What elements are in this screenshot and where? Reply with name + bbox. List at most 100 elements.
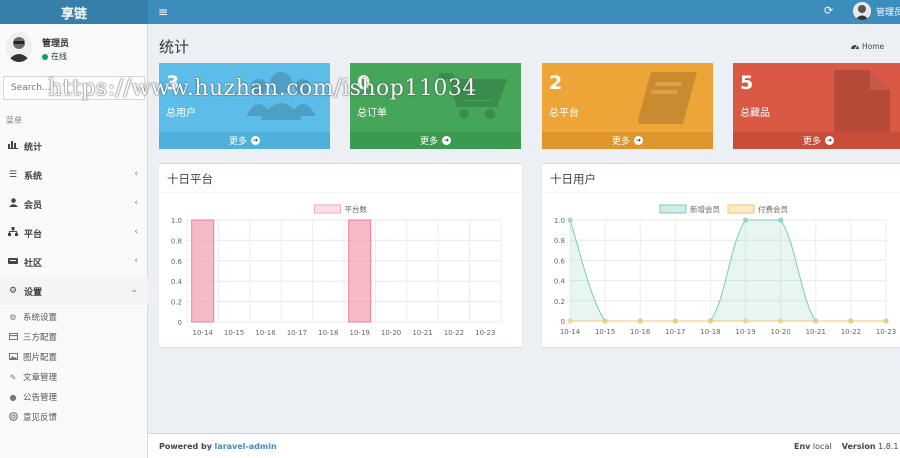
y-tick-label: 0.8 xyxy=(171,237,182,245)
submenu-item-feedback[interactable]: 意见反馈 xyxy=(0,407,148,427)
book-icon xyxy=(637,70,699,129)
bar xyxy=(191,219,215,323)
user-panel: 管理员 在线 xyxy=(0,24,148,70)
x-tick-label: 10-20 xyxy=(381,329,401,337)
x-tick-label: 10-14 xyxy=(193,329,214,337)
x-tick-label: 10-23 xyxy=(876,328,896,336)
circle-icon: ● xyxy=(9,392,17,402)
y-tick-label: 0.2 xyxy=(554,298,565,306)
x-tick-label: 10-16 xyxy=(630,328,651,336)
arrow-circle-right-icon: ➜ xyxy=(442,136,451,145)
laravel-admin-link[interactable]: laravel-admin xyxy=(215,442,277,451)
powered-by: Powered by laravel-admin xyxy=(159,442,277,451)
sidebar-search xyxy=(3,76,145,100)
list-icon: ☰ xyxy=(8,170,18,180)
y-tick-label: 0.6 xyxy=(554,257,566,265)
x-tick-label: 10-15 xyxy=(224,329,244,337)
y-tick-label: 1.0 xyxy=(554,217,565,225)
sidebar-item-members[interactable]: 会员 ‹ xyxy=(0,190,148,218)
more-link[interactable]: 更多 ➜ xyxy=(159,132,330,149)
legend-label: 新增会员 xyxy=(690,204,720,214)
stat-label: 总藏品 xyxy=(740,108,770,119)
sidebar-item-system[interactable]: ☰ 系统 ‹ xyxy=(0,161,148,189)
data-point xyxy=(708,318,713,324)
x-tick-label: 10-22 xyxy=(444,329,464,337)
y-tick-label: 0 xyxy=(561,318,565,326)
more-link-label: 更多 xyxy=(419,137,438,147)
navbar-user-menu[interactable]: 管理员 xyxy=(853,2,900,20)
x-tick-label: 10-19 xyxy=(735,328,755,336)
sidebar-item-community[interactable]: 社区 ‹ xyxy=(0,248,148,276)
submenu-item-system-settings[interactable]: ⚙ 系统设置 xyxy=(0,307,148,327)
sidebar: 管理员 在线 菜单 统计 ☰ 系统 ‹ 会员 ‹ 平台 ‹ xyxy=(0,24,148,458)
hamburger-icon[interactable]: ≡ xyxy=(158,5,168,19)
submenu-item-image[interactable]: 图片配置 xyxy=(0,347,148,367)
stat-box-users: 3 总用户 更多 ➜ xyxy=(159,63,330,149)
sidebar-item-label: 统计 xyxy=(24,142,43,153)
x-tick-label: 10-23 xyxy=(475,329,495,337)
dashboard-icon xyxy=(851,42,859,51)
x-tick-label: 10-22 xyxy=(841,328,861,336)
more-link[interactable]: 更多 ➜ xyxy=(542,132,713,149)
online-dot-icon xyxy=(42,53,48,60)
chevron-left-icon: ‹ xyxy=(134,256,138,266)
navbar-user-name: 管理员 xyxy=(876,7,900,18)
version-value: 1.8.1 xyxy=(878,442,899,451)
sidebar-item-settings[interactable]: ⚙ 设置 ⌄ xyxy=(0,277,148,305)
y-tick-label: 0.4 xyxy=(554,278,566,286)
x-tick-label: 10-19 xyxy=(350,329,370,337)
x-tick-label: 10-21 xyxy=(412,329,432,337)
submenu-item-label: 文章管理 xyxy=(23,373,58,383)
x-tick-label: 10-16 xyxy=(255,329,276,337)
page-title: 统计 xyxy=(159,38,190,56)
chart-card-users: 十日用户 0 0.2 0.4 0.6 0.8 1.0 10-14 10-15 10-16 10-1… xyxy=(542,163,900,347)
data-point xyxy=(567,217,573,223)
stat-label: 总平台 xyxy=(549,108,579,119)
arrow-circle-right-icon: ➜ xyxy=(251,136,260,145)
data-point xyxy=(637,318,643,324)
data-point xyxy=(672,318,678,324)
submenu-item-articles[interactable]: ✎ 文章管理 xyxy=(0,367,148,387)
submenu-item-third-party[interactable]: 三方配置 xyxy=(0,327,148,347)
user-status-label: 在线 xyxy=(51,52,67,61)
user-status: 在线 xyxy=(42,51,67,62)
sidebar-item-platform[interactable]: 平台 ‹ xyxy=(0,219,148,247)
env-value: local xyxy=(812,442,832,451)
image-icon xyxy=(8,352,18,362)
refresh-icon[interactable]: ⟳ xyxy=(824,4,833,17)
submenu-item-notices[interactable]: ● 公告管理 xyxy=(0,387,148,407)
menu-header: 菜单 xyxy=(6,116,22,125)
more-link[interactable]: 更多 ➜ xyxy=(350,132,521,149)
avatar xyxy=(6,32,32,62)
more-link-label: 更多 xyxy=(611,137,630,147)
more-link[interactable]: 更多 ➜ xyxy=(733,132,900,149)
submenu-item-label: 三方配置 xyxy=(23,333,58,343)
x-tick-label: 10-18 xyxy=(700,328,720,336)
legend-swatch xyxy=(727,204,755,214)
y-tick-label: 0 xyxy=(178,319,182,327)
x-tick-label: 10-21 xyxy=(806,328,826,336)
app-logo[interactable]: 享链 xyxy=(0,0,148,24)
page-footer: Powered by laravel-admin Env local Versi… xyxy=(148,433,900,458)
legend-swatch xyxy=(314,204,341,214)
data-point xyxy=(602,318,608,324)
y-tick-label: 1.0 xyxy=(171,217,182,225)
sidebar-item-label: 系统 xyxy=(24,171,43,182)
card-icon xyxy=(8,332,18,342)
search-input[interactable] xyxy=(4,77,144,99)
data-point xyxy=(813,318,819,324)
top-navbar: ≡ ⟳ 管理员 xyxy=(148,0,900,24)
submenu-item-label: 意见反馈 xyxy=(23,413,58,423)
area-chart: 0 0.2 0.4 0.6 0.8 1.0 10-14 10-15 10-16 10-17 10-1… xyxy=(554,204,896,336)
data-point xyxy=(883,318,889,324)
breadcrumb[interactable]: Home xyxy=(851,42,884,51)
breadcrumb-home: Home xyxy=(862,42,885,51)
chevron-left-icon: ‹ xyxy=(134,227,138,237)
x-tick-label: 10-15 xyxy=(595,328,615,336)
stat-label: 总订单 xyxy=(357,108,387,119)
submenu-item-label: 图片配置 xyxy=(23,353,58,363)
sidebar-item-stats[interactable]: 统计 xyxy=(0,132,148,160)
stat-label: 总用户 xyxy=(166,108,196,119)
sidebar-item-label: 会员 xyxy=(24,200,43,211)
x-tick-label: 10-17 xyxy=(287,329,307,337)
